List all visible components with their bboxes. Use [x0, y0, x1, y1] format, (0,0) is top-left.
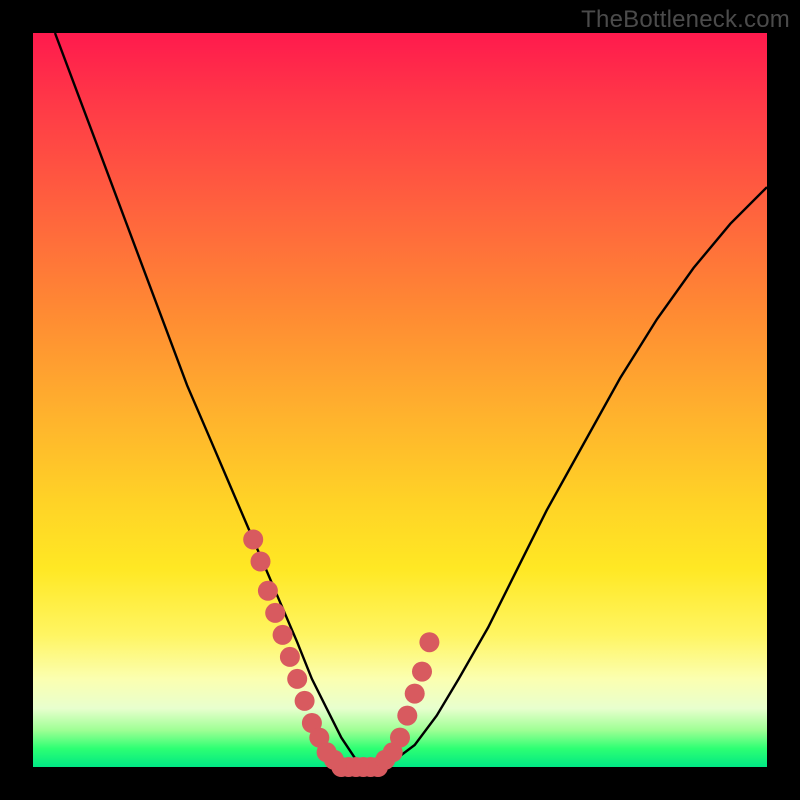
curve-marker — [280, 647, 300, 667]
watermark-text: TheBottleneck.com — [581, 6, 790, 34]
curve-marker — [295, 691, 315, 711]
bottleneck-curve — [55, 33, 767, 767]
curve-marker — [390, 728, 410, 748]
curve-marker — [251, 552, 271, 572]
curve-layer — [33, 33, 767, 767]
curve-marker — [397, 706, 417, 726]
curve-marker — [258, 581, 278, 601]
curve-marker — [287, 669, 307, 689]
curve-marker — [412, 662, 432, 682]
plot-area — [33, 33, 767, 767]
curve-marker — [273, 625, 293, 645]
curve-marker — [405, 684, 425, 704]
curve-marker — [265, 603, 285, 623]
chart-frame: TheBottleneck.com — [0, 0, 800, 800]
curve-marker — [243, 530, 263, 550]
curve-markers — [243, 530, 439, 778]
curve-marker — [419, 632, 439, 652]
